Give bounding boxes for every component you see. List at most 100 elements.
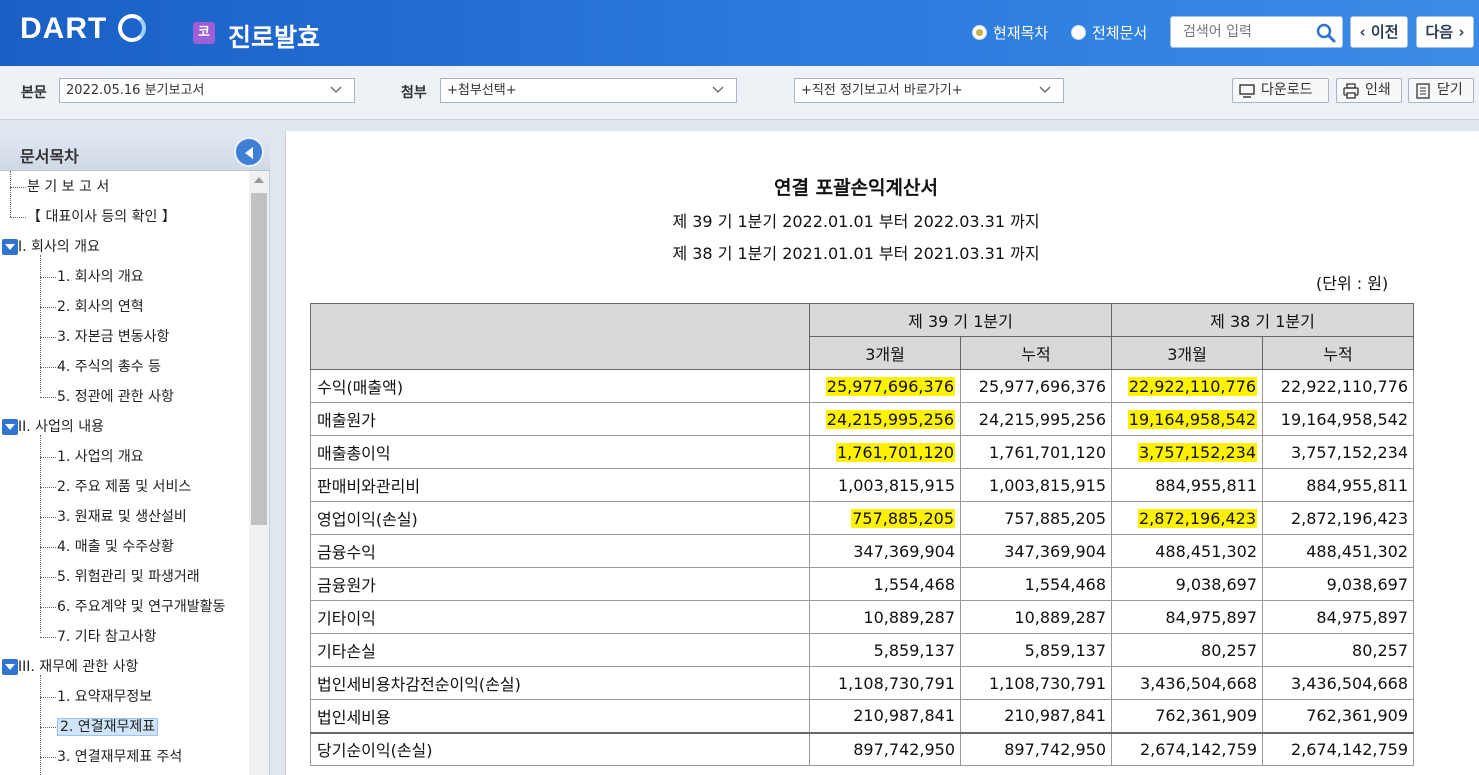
- cell-value: 25,977,696,376: [960, 369, 1112, 403]
- cell-value: 3,436,504,668: [1111, 666, 1263, 700]
- table-row: 기타손실 5,859,137 5,859,137 80,257 80,257: [310, 633, 1414, 667]
- table-row: 영업이익(손실) 757,885,205 757,885,205 2,872,1…: [310, 501, 1414, 535]
- dart-logo[interactable]: DART: [20, 12, 107, 46]
- row-label: 당기순이익(손실): [310, 731, 810, 766]
- toc-title: 문서목차: [20, 147, 79, 166]
- toc-item[interactable]: 1. 사업의 개요: [40, 445, 144, 469]
- income-statement-table: 제 39 기 1분기 제 38 기 1분기 3개월 누적 3개월 누적 수익(매…: [310, 303, 1414, 766]
- cell-value: 1,108,730,791: [809, 666, 961, 700]
- header-current-cumulative: 누적: [960, 336, 1112, 370]
- cell-value: 1,554,468: [809, 567, 961, 601]
- toc-scrollbar[interactable]: [249, 171, 269, 775]
- toc-header: 문서목차: [0, 131, 270, 171]
- tree-toggle-icon[interactable]: [2, 239, 18, 255]
- toc-item[interactable]: 3. 연결재무제표 주석: [40, 745, 182, 769]
- row-label: 법인세비용차감전순이익(손실): [310, 666, 810, 700]
- cell-value: 1,003,815,915: [960, 468, 1112, 502]
- close-button[interactable]: 닫기: [1408, 78, 1474, 103]
- toc-item[interactable]: 3. 자본금 변동사항: [40, 325, 169, 349]
- search-box: [1170, 16, 1343, 48]
- highlighted-value: 2,872,196,423: [1137, 508, 1257, 528]
- toc-item[interactable]: 5. 정관에 관한 사항: [40, 385, 174, 409]
- scroll-up-icon[interactable]: [254, 177, 264, 183]
- radio-unchecked-icon[interactable]: [1071, 25, 1086, 40]
- scope-current-radio[interactable]: 현재목차: [972, 22, 1048, 43]
- toc-item[interactable]: 4. 주식의 총수 등: [40, 355, 161, 379]
- tree-toggle-icon[interactable]: [2, 419, 18, 435]
- highlighted-value: 24,215,995,256: [825, 409, 955, 429]
- prev-button[interactable]: ‹ 이전: [1350, 16, 1408, 48]
- cell-value: 22,922,110,776: [1262, 369, 1414, 403]
- table-corner: [310, 303, 810, 370]
- cell-value: 1,108,730,791: [960, 666, 1112, 700]
- corp-type-badge: 코: [193, 22, 215, 44]
- cell-value: 347,369,904: [809, 534, 961, 568]
- recent-report-select[interactable]: +직전 정기보고서 바로가기+: [794, 78, 1064, 103]
- cell-value: 80,257: [1262, 633, 1414, 667]
- toc-item[interactable]: 분 기 보 고 서: [10, 175, 109, 199]
- unit-label: (단위 : 원): [1316, 274, 1389, 293]
- chevron-down-icon: [1039, 86, 1051, 93]
- next-button[interactable]: 다음 ›: [1416, 16, 1474, 48]
- toc-item[interactable]: 1. 회사의 개요: [40, 265, 144, 289]
- toc-section-2[interactable]: II. 사업의 내용: [18, 415, 104, 439]
- highlighted-value: 22,922,110,776: [1127, 376, 1257, 396]
- cell-value: 80,257: [1111, 633, 1263, 667]
- cell-value: 3,757,152,234: [1262, 435, 1414, 469]
- cell-value: 3,436,504,668: [1262, 666, 1414, 700]
- cell-value: 5,859,137: [960, 633, 1112, 667]
- chevron-left-icon: ‹: [1359, 23, 1366, 41]
- company-name: 진로발효: [228, 23, 321, 52]
- toc-item[interactable]: 6. 주요계약 및 연구개발활동: [40, 595, 225, 619]
- cell-value: 5,859,137: [809, 633, 961, 667]
- header-current-period: 제 39 기 1분기: [809, 303, 1112, 337]
- cell-value: 84,975,897: [1262, 600, 1414, 634]
- table-row: 수익(매출액) 25,977,696,376 25,977,696,376 22…: [310, 369, 1414, 403]
- row-label: 판매비와관리비: [310, 468, 810, 502]
- toc-item[interactable]: 3. 원재료 및 생산설비: [40, 505, 187, 529]
- table-row: 매출총이익 1,761,701,120 1,761,701,120 3,757,…: [310, 435, 1414, 469]
- toc-item[interactable]: 【 대표이사 등의 확인 】: [10, 205, 176, 229]
- toc-tree: 분 기 보 고 서 【 대표이사 등의 확인 】 I. 회사의 개요 1. 회사…: [0, 171, 250, 775]
- row-label: 기타이익: [310, 600, 810, 634]
- main-doc-select[interactable]: 2022.05.16 분기보고서: [59, 78, 355, 103]
- scope-all-radio[interactable]: 전체문서: [1071, 22, 1147, 43]
- cell-value: 762,361,909: [1111, 699, 1263, 733]
- toc-item-selected[interactable]: 2. 연결재무제표: [40, 715, 159, 739]
- attach-select[interactable]: +첨부선택+: [440, 78, 737, 103]
- main-doc-select-value: 2022.05.16 분기보고서: [66, 83, 205, 98]
- cell-value: 1,003,815,915: [809, 468, 961, 502]
- tree-toggle-icon[interactable]: [2, 659, 18, 675]
- chevron-right-icon: ›: [1458, 23, 1465, 41]
- scrollbar-thumb[interactable]: [251, 193, 267, 525]
- highlighted-value: 1,761,701,120: [835, 442, 955, 462]
- toc-section-3[interactable]: III. 재무에 관한 사항: [18, 655, 138, 679]
- document-icon: [1416, 83, 1430, 99]
- download-button[interactable]: 다운로드: [1232, 78, 1329, 103]
- print-button[interactable]: 인쇄: [1336, 78, 1402, 103]
- header-prior-3m: 3개월: [1111, 336, 1263, 370]
- toc-item[interactable]: 4. 매출 및 수주상황: [40, 535, 174, 559]
- toc-item[interactable]: 2. 주요 제품 및 서비스: [40, 475, 191, 499]
- monitor-icon: [1239, 84, 1255, 98]
- row-label: 매출원가: [310, 402, 810, 436]
- search-input[interactable]: [1171, 17, 1311, 47]
- highlighted-value: 25,977,696,376: [825, 376, 955, 396]
- row-label: 기타손실: [310, 633, 810, 667]
- toc-item[interactable]: 7. 기타 참고사항: [40, 625, 157, 649]
- collapse-sidebar-icon[interactable]: [234, 137, 264, 167]
- toc-item[interactable]: 5. 위험관리 및 파생거래: [40, 565, 200, 589]
- cell-value: 488,451,302: [1111, 534, 1263, 568]
- cell-value: 2,674,142,759: [1262, 731, 1414, 766]
- toc-section-1[interactable]: I. 회사의 개요: [18, 235, 100, 259]
- scope-all-label: 전체문서: [1092, 24, 1148, 42]
- search-icon[interactable]: [1316, 23, 1336, 43]
- radio-checked-icon[interactable]: [972, 25, 987, 40]
- cell-value: 10,889,287: [960, 600, 1112, 634]
- highlighted-value: 19,164,958,542: [1127, 409, 1257, 429]
- toc-item[interactable]: 1. 요약재무정보: [40, 685, 152, 709]
- cell-value: 897,742,950: [960, 731, 1112, 766]
- cell-value: 10,889,287: [809, 600, 961, 634]
- toc-item[interactable]: 2. 회사의 연혁: [40, 295, 144, 319]
- cell-value: 19,164,958,542: [1262, 402, 1414, 436]
